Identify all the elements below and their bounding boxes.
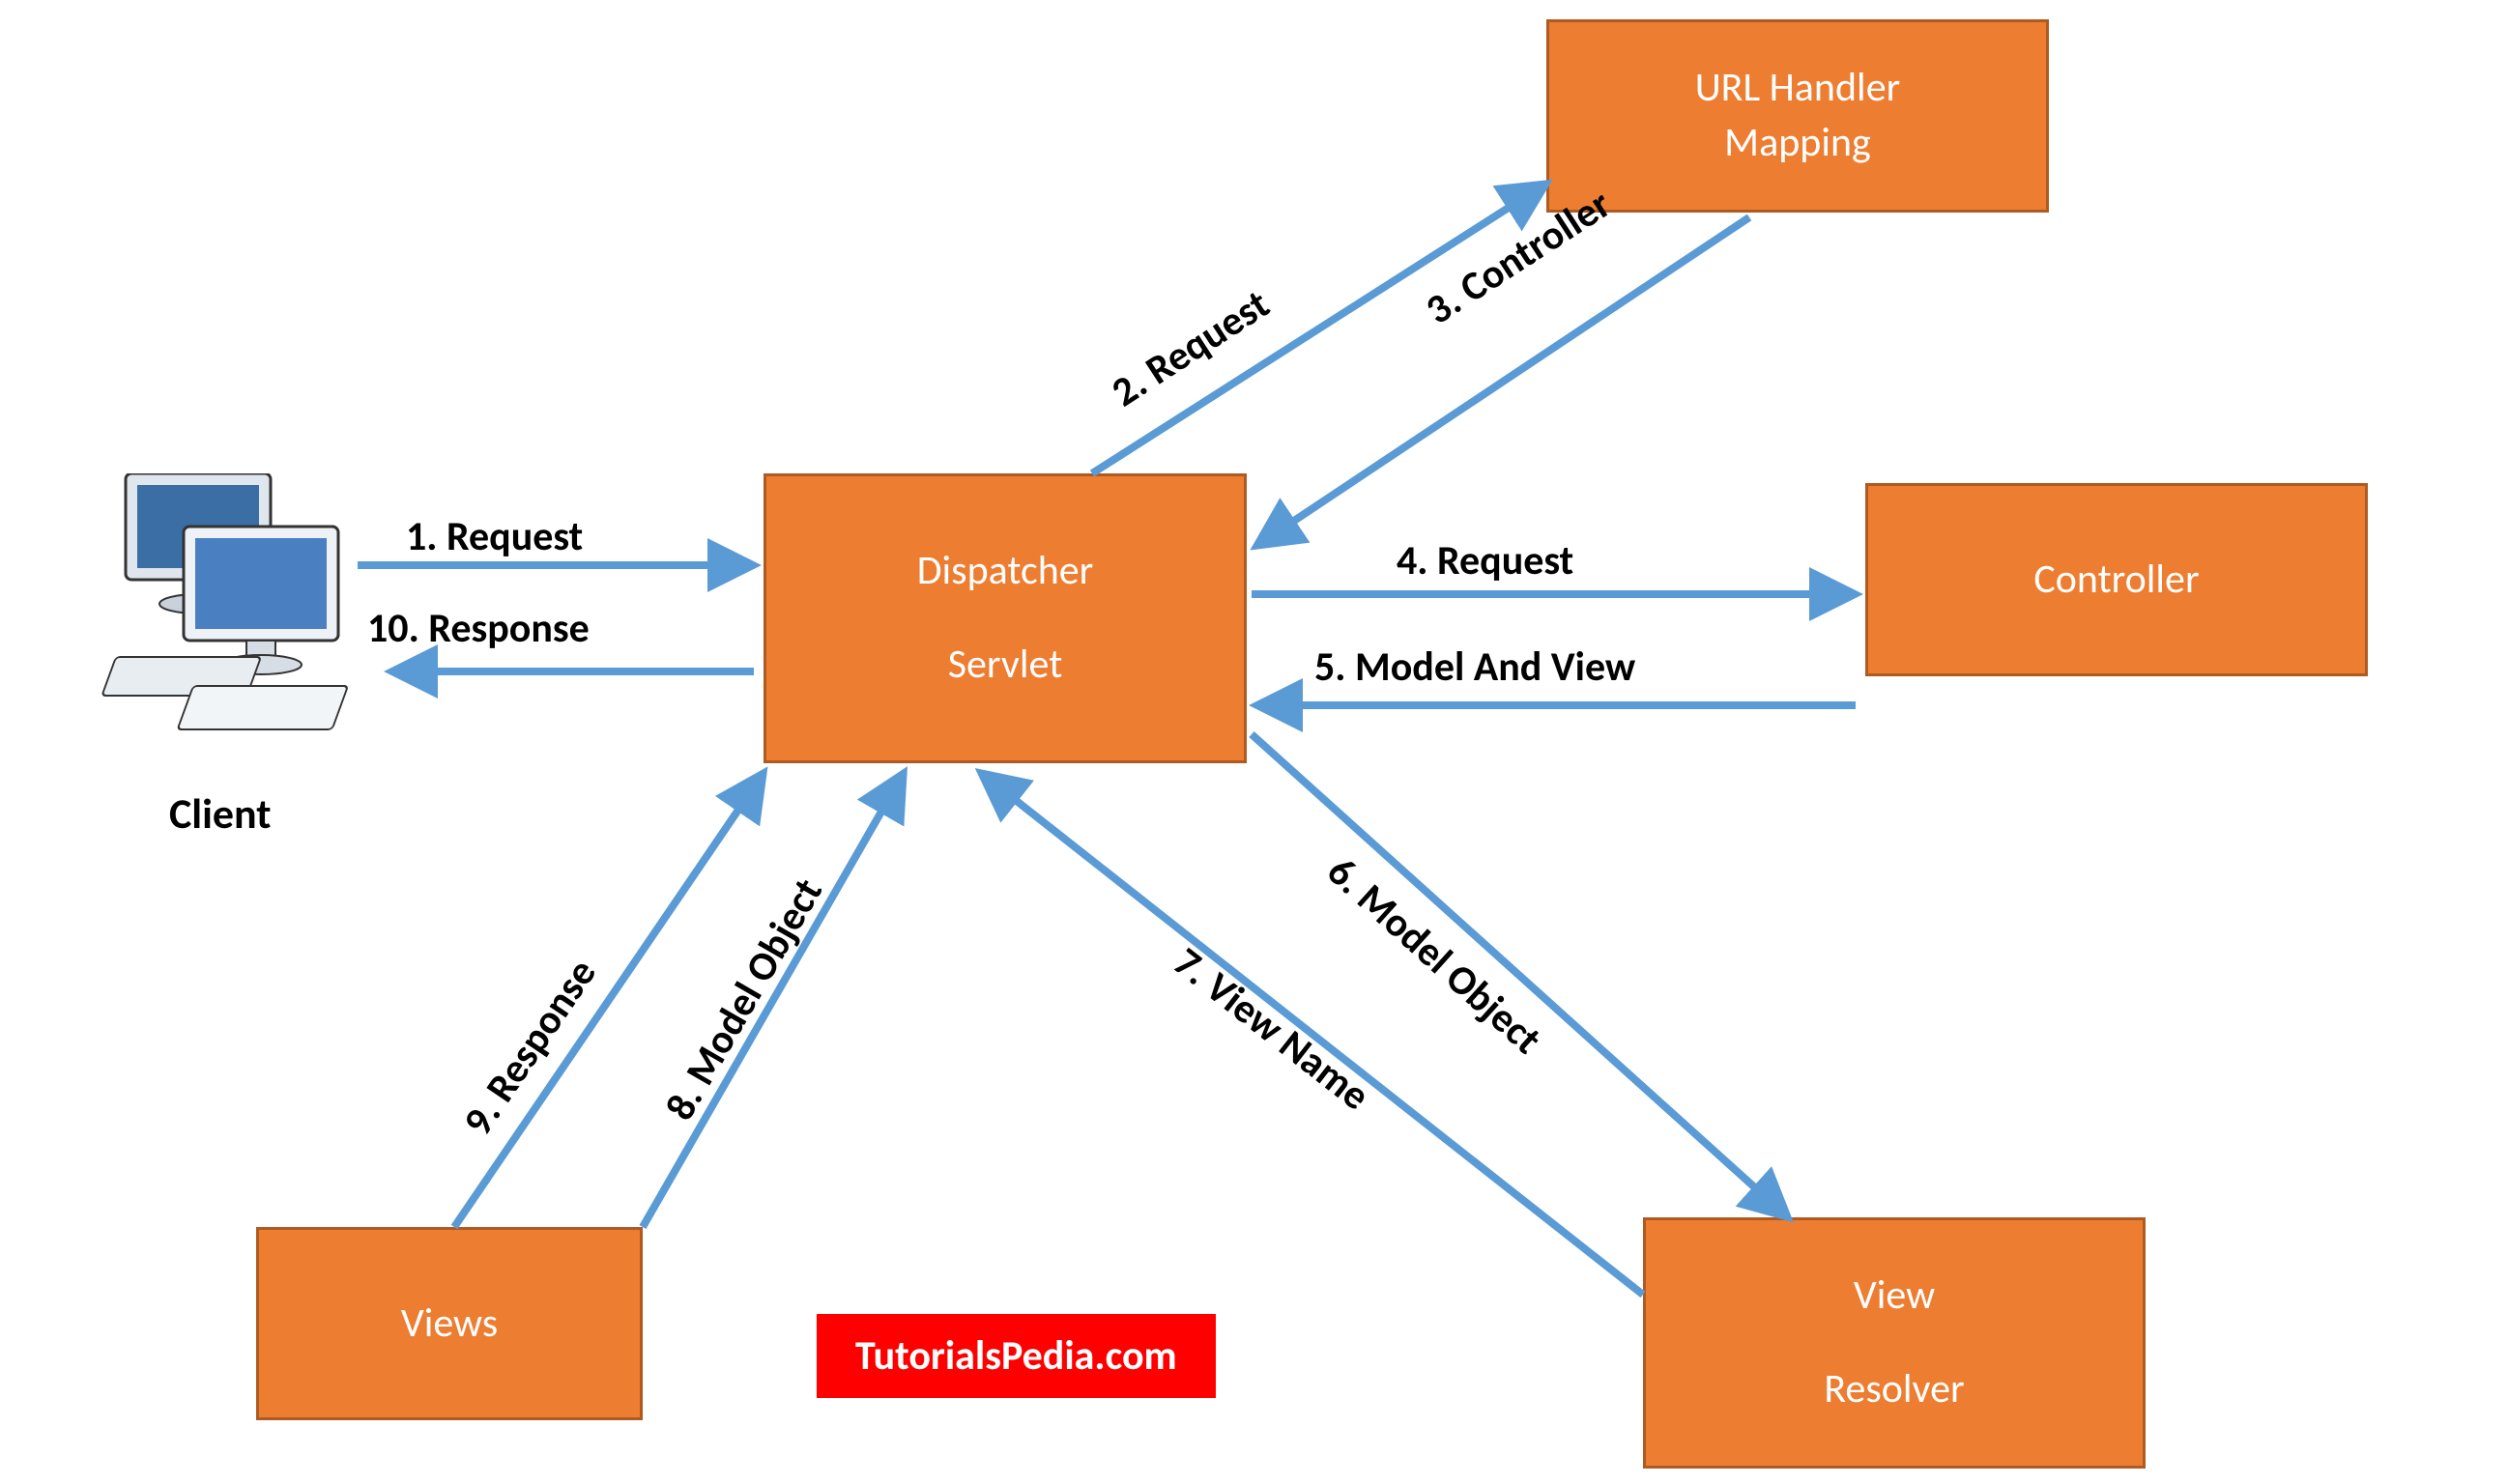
dispatcher-line1: Dispatcher: [917, 544, 1094, 599]
url-handler-line2: Mapping: [1724, 116, 1871, 171]
controller-box: Controller: [1865, 483, 2368, 676]
edge-8-label: 8. Model Object: [655, 870, 833, 1128]
views-label: Views: [401, 1297, 498, 1352]
edge-7-label: 7. View Name: [1164, 937, 1379, 1121]
edge-4-label: 4. Request: [1397, 536, 1573, 585]
url-handler-mapping-box: URL Handler Mapping: [1546, 19, 2049, 213]
edge-1-label: 1. Request: [406, 512, 583, 561]
dispatcher-servlet-box: Dispatcher Servlet: [764, 473, 1247, 763]
watermark: TutorialsPedia.com: [817, 1314, 1216, 1398]
edge-10-label: 10. Response: [367, 604, 590, 653]
dispatcher-line2: Servlet: [948, 638, 1063, 693]
url-handler-line1: URL Handler: [1695, 61, 1901, 116]
client-label: Client: [169, 787, 272, 840]
controller-label: Controller: [2033, 553, 2199, 608]
views-box: Views: [256, 1227, 643, 1420]
view-resolver-line2: Resolver: [1824, 1362, 1964, 1417]
view-resolver-box: View Resolver: [1643, 1217, 2146, 1469]
edge-5-label: 5. Model And View: [1314, 642, 1635, 692]
edge-9-label: 9. Response: [453, 950, 607, 1144]
view-resolver-line1: View: [1854, 1269, 1935, 1324]
edge-2-label: 2. Request: [1103, 279, 1278, 417]
edge-3-label: 3. Controller: [1417, 180, 1620, 335]
edge-6-label: 6. Model Object: [1317, 847, 1551, 1065]
client-icon: [97, 473, 367, 749]
